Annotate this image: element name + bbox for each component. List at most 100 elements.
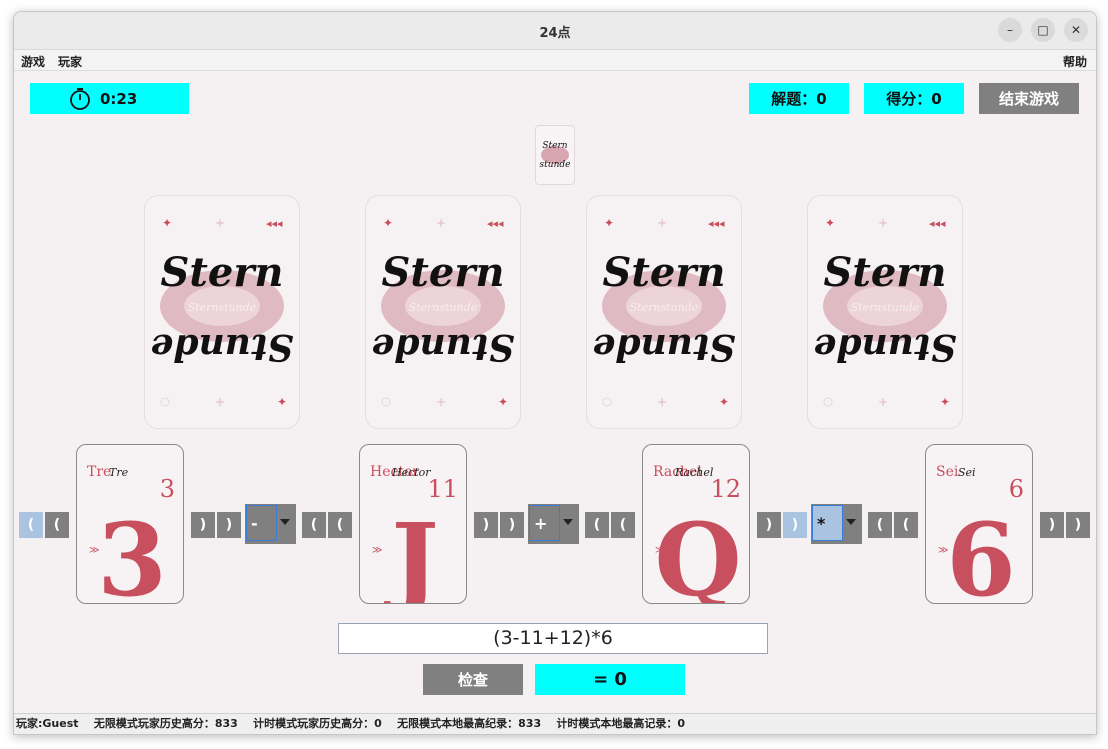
menu-help[interactable]: 帮助	[1063, 53, 1087, 70]
svg-text:✦: ✦	[498, 395, 508, 409]
svg-text:✦: ✦	[277, 395, 287, 409]
operator-value: -	[246, 505, 277, 541]
close-paren-toggle[interactable]: )	[500, 512, 524, 538]
open-paren-toggle[interactable]: (	[611, 512, 635, 538]
number-card[interactable]: Rachel Rachel 12 Q ≫	[642, 444, 750, 619]
card-face-art: Sei Sei 6 6 ≫	[936, 464, 1024, 619]
number-card[interactable]: Sei Sei 6 6 ≫	[925, 444, 1033, 619]
menu-bar: 游戏 玩家 帮助	[14, 50, 1096, 71]
status-unlimited-player-best: 无限模式玩家历史高分：833	[93, 717, 238, 730]
card-glyph: 3	[97, 501, 167, 603]
svg-text:stunde: stunde	[540, 160, 571, 170]
svg-text:✦: ✦	[940, 395, 950, 409]
card-script: Tre	[109, 466, 129, 479]
close-paren-toggle[interactable]: )	[783, 512, 807, 538]
card-back[interactable]: ✦ + ◂◂◂ Stern Sternstunde Stunde + ✦	[144, 195, 300, 429]
score-display: 得分：0	[864, 83, 964, 114]
maximize-button[interactable]: □	[1031, 18, 1055, 42]
svg-text:≫: ≫	[938, 545, 948, 556]
minimize-button[interactable]: –	[998, 18, 1022, 42]
card-glyph: Q	[654, 501, 741, 603]
open-paren-toggle[interactable]: (	[19, 512, 43, 538]
card-back-text-middle: Sternstunde	[188, 301, 257, 314]
number-card[interactable]: Tre Tre 3 3 ≫	[76, 444, 184, 619]
window-title: 24点	[539, 26, 571, 41]
card-script: Rachel	[674, 466, 714, 479]
close-paren-toggle[interactable]: )	[1066, 512, 1090, 538]
svg-text:+: +	[436, 216, 446, 230]
open-paren-toggle[interactable]: (	[45, 512, 69, 538]
status-unlimited-local-best: 无限模式本地最高纪录：833	[397, 717, 542, 730]
svg-text:◂◂◂: ◂◂◂	[929, 217, 946, 230]
card-face-art: Hector Hector 11 J ≫	[370, 464, 458, 619]
card-back-text-bottom: Stunde	[592, 326, 735, 368]
open-paren-toggle[interactable]: (	[868, 512, 892, 538]
close-paren-toggle[interactable]: )	[217, 512, 241, 538]
timer-display: 0:23	[30, 83, 189, 114]
app-window: 24点 – □ ✕ 游戏 玩家 帮助 0:23 解题：0 得分：0 结束游戏 S…	[13, 11, 1097, 735]
svg-text:+: +	[436, 395, 446, 409]
operator-value: *	[812, 505, 843, 541]
card-face-art: Tre Tre 3 3 ≫	[87, 464, 175, 619]
svg-text:◂◂◂: ◂◂◂	[487, 217, 504, 230]
menu-game[interactable]: 游戏	[21, 53, 45, 70]
status-player: 玩家:Guest	[16, 717, 79, 730]
card-glyph: J	[383, 501, 438, 603]
menu-player[interactable]: 玩家	[58, 53, 82, 70]
operator-select[interactable]: +	[528, 504, 579, 544]
card-back[interactable]: ✦ + ◂◂◂ Stern Sternstunde Stunde + ✦	[365, 195, 521, 429]
svg-text:+: +	[878, 395, 888, 409]
close-paren-toggle[interactable]: )	[1040, 512, 1064, 538]
card-back-text-middle: Sternstunde	[851, 301, 920, 314]
svg-text:≫: ≫	[372, 545, 382, 556]
card-rank: 3	[160, 475, 175, 503]
svg-text:+: +	[215, 395, 225, 409]
card-back-text-bottom: Stunde	[813, 326, 956, 368]
card-script: Hector	[391, 466, 431, 479]
svg-text:✦: ✦	[604, 216, 614, 230]
stopwatch-icon	[70, 87, 90, 110]
card-name: Sei	[936, 464, 959, 480]
card-back[interactable]: ✦ + ◂◂◂ Stern Sternstunde Stunde + ✦	[807, 195, 963, 429]
card-back[interactable]: ✦ + ◂◂◂ Stern Sternstunde Stunde + ✦	[586, 195, 742, 429]
open-paren-toggle[interactable]: (	[585, 512, 609, 538]
open-paren-toggle[interactable]: (	[302, 512, 326, 538]
deck-pile[interactable]: Stern stunde	[535, 125, 575, 185]
open-paren-toggle[interactable]: (	[894, 512, 918, 538]
operator-select[interactable]: -	[245, 504, 296, 544]
card-back-text-middle: Sternstunde	[630, 301, 699, 314]
svg-text:≫: ≫	[655, 545, 665, 556]
close-paren-toggle[interactable]: )	[474, 512, 498, 538]
close-paren-toggle[interactable]: )	[191, 512, 215, 538]
operator-select[interactable]: *	[811, 504, 862, 544]
chevron-down-icon	[280, 519, 290, 525]
svg-text:+: +	[657, 395, 667, 409]
card-back-art: ✦ + ◂◂◂ Stern Sternstunde Stunde + ✦	[150, 216, 293, 409]
svg-text:+: +	[878, 216, 888, 230]
chevron-down-icon	[846, 519, 856, 525]
close-button[interactable]: ✕	[1064, 18, 1088, 42]
chevron-down-icon	[563, 519, 573, 525]
svg-text:◂◂◂: ◂◂◂	[266, 217, 283, 230]
status-timed-local-best: 计时模式本地最高记录：0	[556, 717, 686, 730]
svg-text:+: +	[215, 216, 225, 230]
open-paren-toggle[interactable]: (	[328, 512, 352, 538]
svg-text:✦: ✦	[162, 216, 172, 230]
solved-count: 解题：0	[749, 83, 849, 114]
close-paren-toggle[interactable]: )	[757, 512, 781, 538]
card-back-text-bottom: Stunde	[150, 326, 293, 368]
end-game-button[interactable]: 结束游戏	[979, 83, 1079, 114]
number-card[interactable]: Hector Hector 11 J ≫	[359, 444, 467, 619]
card-back-text-top: Stern	[824, 249, 947, 296]
status-timed-player-best: 计时模式玩家历史高分：0	[253, 717, 382, 730]
check-button[interactable]: 检查	[423, 664, 523, 695]
card-rank: 12	[710, 475, 741, 503]
svg-text:Stern: Stern	[542, 141, 567, 151]
card-back-text-bottom: Stunde	[371, 326, 514, 368]
card-back-art: ✦ + ◂◂◂ Stern Sternstunde Stunde + ✦	[813, 216, 956, 409]
card-back-text-middle: Sternstunde	[409, 301, 478, 314]
title-bar: 24点 – □ ✕	[14, 12, 1096, 50]
card-name: Tre	[87, 464, 111, 480]
svg-text:✦: ✦	[383, 216, 393, 230]
svg-text:✦: ✦	[825, 216, 835, 230]
